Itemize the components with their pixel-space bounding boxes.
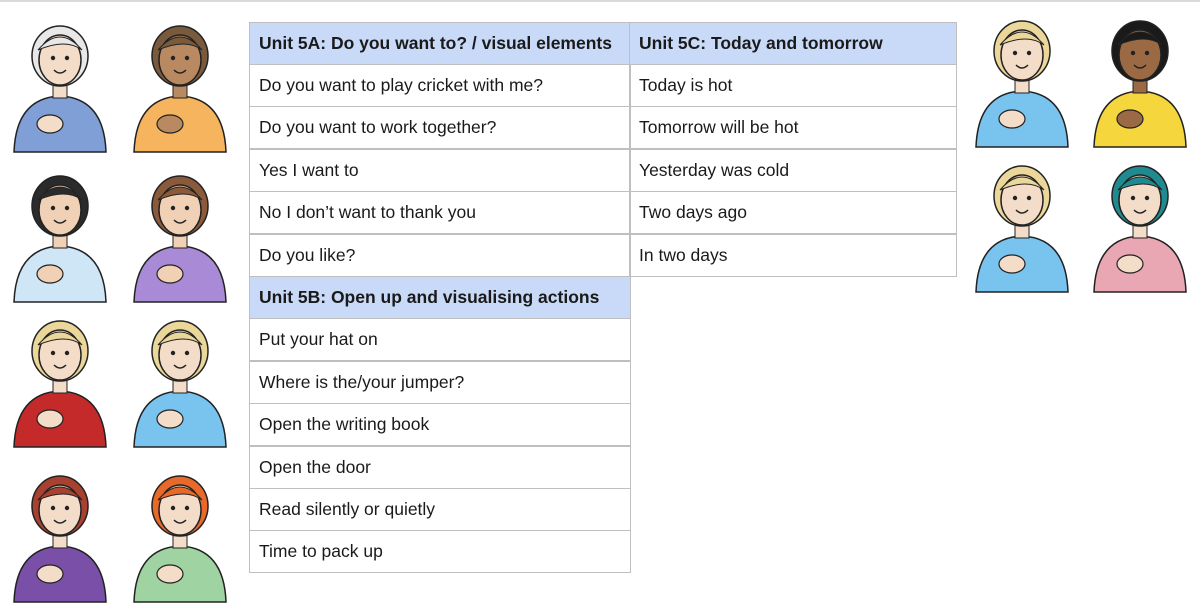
signer-boy-hand-on-head-illustration [133,320,227,448]
signer-boy-today-illustration [975,20,1069,148]
signer-woman-hijab-illustration [1093,165,1187,293]
signer-girl-curly-hair-illustration [1093,20,1187,148]
signer-red-hair-woman-illustration [13,475,107,603]
signer-boy-days-illustration [975,165,1069,293]
signer-man-glasses-tie-illustration [13,175,107,303]
signer-long-brown-hair-illustration [133,175,227,303]
signer-grandmother-illustration [13,25,107,153]
signer-blonde-red-top-illustration [13,320,107,448]
signer-ginger-curly-glasses-illustration [133,475,227,603]
signer-bald-man-apron-illustration [133,25,227,153]
signer-illustrations [13,20,1187,603]
